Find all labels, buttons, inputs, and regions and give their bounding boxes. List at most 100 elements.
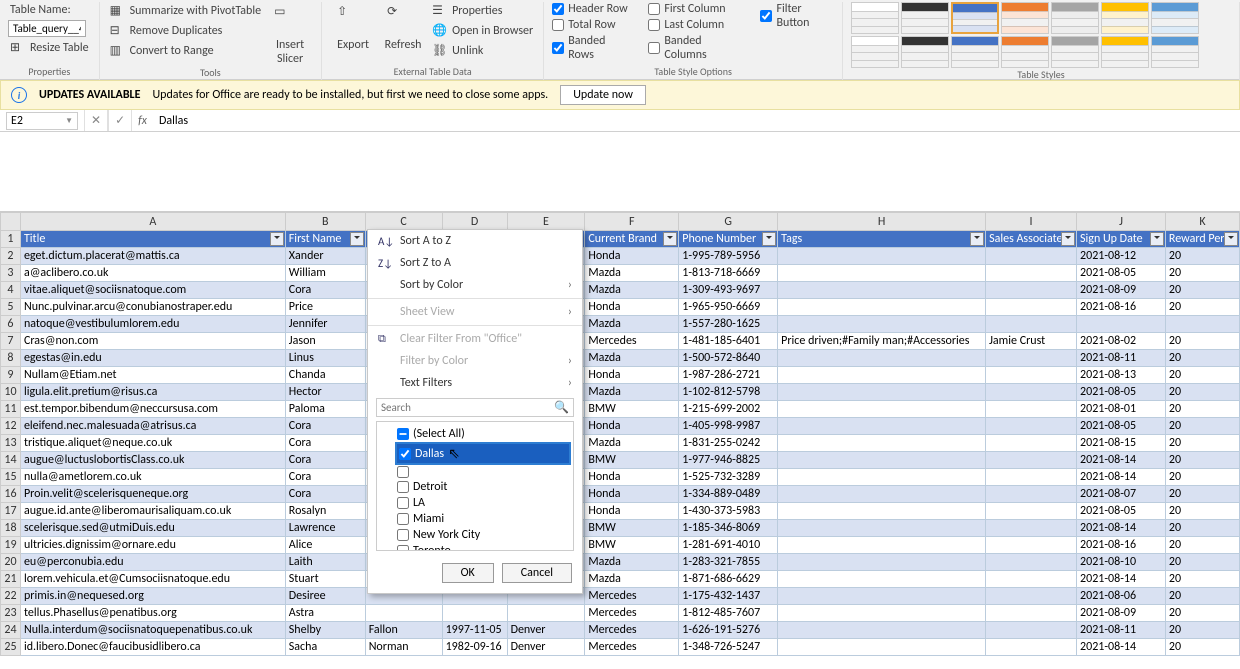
- cell-A23[interactable]: tellus.Phasellus@penatibus.org: [20, 605, 285, 622]
- cell-J13[interactable]: 2021-08-15: [1077, 435, 1166, 452]
- row-header-12[interactable]: 12: [1, 418, 21, 435]
- cell-J9[interactable]: 2021-08-13: [1077, 367, 1166, 384]
- table-header-K[interactable]: Reward Perio: [1165, 231, 1239, 248]
- col-header-K[interactable]: K: [1165, 213, 1239, 231]
- cell-K23[interactable]: 20: [1165, 605, 1239, 622]
- cell-A18[interactable]: scelerisque.sed@utmiDuis.edu: [20, 520, 285, 537]
- resize-table-button[interactable]: ⊞Resize Table: [8, 39, 91, 57]
- filter-search[interactable]: 🔍: [376, 398, 574, 417]
- cell-I17[interactable]: [986, 503, 1077, 520]
- cell-D24[interactable]: 1997-11-05: [442, 622, 507, 639]
- cell-J25[interactable]: 2021-08-14: [1077, 639, 1166, 656]
- cell-A6[interactable]: natoque@vestibulumlorem.edu: [20, 316, 285, 333]
- cell-F2[interactable]: Honda: [585, 248, 679, 265]
- cell-B13[interactable]: Cora: [285, 435, 365, 452]
- cell-A15[interactable]: nulla@ametlorem.co.uk: [20, 469, 285, 486]
- cell-J24[interactable]: 2021-08-11: [1077, 622, 1166, 639]
- filter-item-blank[interactable]: [381, 465, 569, 479]
- cell-H15[interactable]: [778, 469, 986, 486]
- cell-I10[interactable]: [986, 384, 1077, 401]
- row-header-7[interactable]: 7: [1, 333, 21, 350]
- filter-ok-button[interactable]: OK: [442, 563, 494, 583]
- cell-G6[interactable]: 1-557-280-1625: [679, 316, 778, 333]
- refresh-button[interactable]: ⟳Refresh: [380, 2, 426, 52]
- cell-F21[interactable]: Mazda: [585, 571, 679, 588]
- cell-K21[interactable]: 20: [1165, 571, 1239, 588]
- cell-J5[interactable]: 2021-08-16: [1077, 299, 1166, 316]
- cell-J11[interactable]: 2021-08-01: [1077, 401, 1166, 418]
- cell-K7[interactable]: 20: [1165, 333, 1239, 350]
- cell-I23[interactable]: [986, 605, 1077, 622]
- cell-G14[interactable]: 1-977-946-8825: [679, 452, 778, 469]
- remove-dupes-button[interactable]: ⊟Remove Duplicates: [108, 22, 264, 40]
- filter-dropdown-I[interactable]: [1061, 232, 1075, 246]
- row-header-16[interactable]: 16: [1, 486, 21, 503]
- cell-B22[interactable]: Desiree: [285, 588, 365, 605]
- filter-dropdown-F[interactable]: [663, 232, 677, 246]
- cell-F17[interactable]: Honda: [585, 503, 679, 520]
- cell-F6[interactable]: Mazda: [585, 316, 679, 333]
- cell-I4[interactable]: [986, 282, 1077, 299]
- row-header-6[interactable]: 6: [1, 316, 21, 333]
- cell-H19[interactable]: [778, 537, 986, 554]
- row-header-5[interactable]: 5: [1, 299, 21, 316]
- row-header-10[interactable]: 10: [1, 384, 21, 401]
- table-header-A[interactable]: Title: [20, 231, 285, 248]
- filter-value-list[interactable]: (Select All)Dallas⇖DetroitLAMiamiNew Yor…: [376, 421, 574, 551]
- col-header-A[interactable]: A: [20, 213, 285, 231]
- cell-I13[interactable]: [986, 435, 1077, 452]
- cell-J15[interactable]: 2021-08-14: [1077, 469, 1166, 486]
- filter-dropdown-K[interactable]: [1224, 232, 1238, 246]
- cell-B15[interactable]: Cora: [285, 469, 365, 486]
- cell-K17[interactable]: 20: [1165, 503, 1239, 520]
- cell-J3[interactable]: 2021-08-05: [1077, 265, 1166, 282]
- cell-G17[interactable]: 1-430-373-5983: [679, 503, 778, 520]
- cell-C25[interactable]: Norman: [365, 639, 442, 656]
- cell-H4[interactable]: [778, 282, 986, 299]
- chk-filter-btn[interactable]: Filter Button: [760, 2, 834, 30]
- cell-G18[interactable]: 1-185-346-8069: [679, 520, 778, 537]
- cell-A25[interactable]: id.libero.Donec@faucibusidlibero.ca: [20, 639, 285, 656]
- filter-item-miami[interactable]: Miami: [381, 511, 569, 527]
- cell-G11[interactable]: 1-215-699-2002: [679, 401, 778, 418]
- cell-C23[interactable]: [365, 605, 442, 622]
- cell-A2[interactable]: eget.dictum.placerat@mattis.ca: [20, 248, 285, 265]
- cell-F3[interactable]: Mazda: [585, 265, 679, 282]
- cell-F19[interactable]: BMW: [585, 537, 679, 554]
- cell-J6[interactable]: [1077, 316, 1166, 333]
- filter-item-new-york-city[interactable]: New York City: [381, 527, 569, 543]
- chk-banded-cols[interactable]: Banded Columns: [648, 34, 742, 62]
- cell-K3[interactable]: 20: [1165, 265, 1239, 282]
- cell-K8[interactable]: 20: [1165, 350, 1239, 367]
- name-box[interactable]: E2▼: [6, 112, 78, 130]
- cell-H12[interactable]: [778, 418, 986, 435]
- row-header-14[interactable]: 14: [1, 452, 21, 469]
- sort-za[interactable]: Z↓Sort Z to A: [368, 252, 582, 274]
- cell-A12[interactable]: eleifend.nec.malesuada@atrisus.ca: [20, 418, 285, 435]
- table-header-F[interactable]: Current Brand: [585, 231, 679, 248]
- col-header-I[interactable]: I: [986, 213, 1077, 231]
- cell-A8[interactable]: egestas@in.edu: [20, 350, 285, 367]
- cell-K10[interactable]: 20: [1165, 384, 1239, 401]
- col-header-B[interactable]: B: [285, 213, 365, 231]
- cell-G21[interactable]: 1-871-686-6629: [679, 571, 778, 588]
- cell-F4[interactable]: Mazda: [585, 282, 679, 299]
- cell-F14[interactable]: BMW: [585, 452, 679, 469]
- cell-H7[interactable]: Price driven;#Family man;#Accessories: [778, 333, 986, 350]
- cell-K5[interactable]: 20: [1165, 299, 1239, 316]
- cell-J18[interactable]: 2021-08-14: [1077, 520, 1166, 537]
- cell-H20[interactable]: [778, 554, 986, 571]
- formula-input[interactable]: Dallas: [153, 112, 1240, 130]
- cell-F11[interactable]: BMW: [585, 401, 679, 418]
- cell-I12[interactable]: [986, 418, 1077, 435]
- cell-A20[interactable]: eu@perconubia.edu: [20, 554, 285, 571]
- col-header-G[interactable]: G: [679, 213, 778, 231]
- cell-K9[interactable]: 20: [1165, 367, 1239, 384]
- table-header-G[interactable]: Phone Number: [679, 231, 778, 248]
- chk-banded-rows[interactable]: Banded Rows: [552, 34, 630, 62]
- cell-F20[interactable]: Mazda: [585, 554, 679, 571]
- cell-I20[interactable]: [986, 554, 1077, 571]
- cell-B18[interactable]: Lawrence: [285, 520, 365, 537]
- filter-item-dallas[interactable]: Dallas⇖: [395, 442, 571, 465]
- cell-G22[interactable]: 1-175-432-1437: [679, 588, 778, 605]
